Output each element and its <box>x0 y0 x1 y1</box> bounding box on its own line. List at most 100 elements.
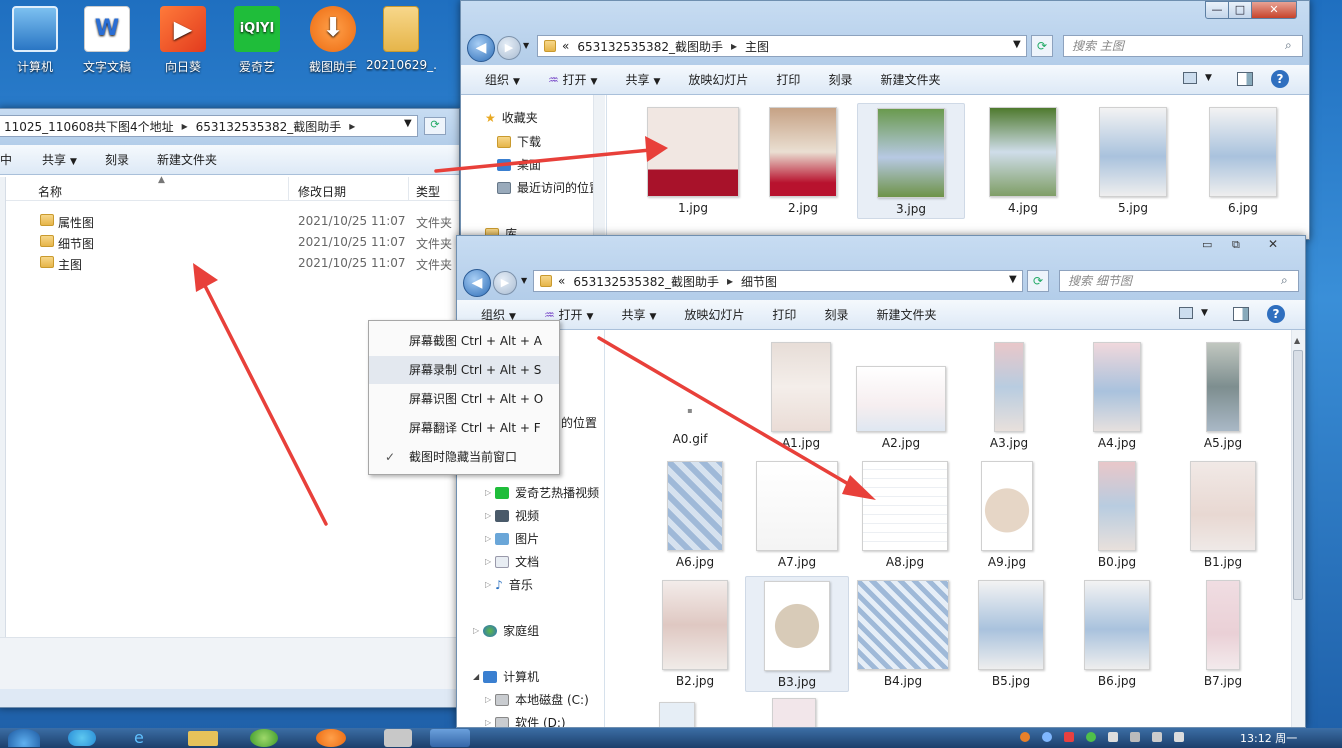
breadcrumb-overflow[interactable]: « <box>562 39 569 53</box>
breadcrumb-part[interactable]: 11025_110608共下图4个地址 <box>4 118 174 135</box>
file-thumbnail[interactable]: 4.jpg <box>975 107 1071 215</box>
menu-item-screen-ocr[interactable]: 屏幕识图 Ctrl + Alt + O <box>369 385 559 413</box>
file-thumbnail[interactable] <box>771 698 817 727</box>
desktop-icon-iqiyi[interactable]: iQIYI 爱奇艺 <box>222 4 292 84</box>
nav-downloads[interactable]: 下载 <box>497 133 541 150</box>
clock[interactable]: 13:12 周一 <box>1240 730 1297 746</box>
table-row[interactable]: 属性图 2021/10/25 11:07 文件夹 <box>6 211 459 233</box>
organize-button[interactable]: 组织 ▼ <box>485 71 520 88</box>
address-dropdown-icon[interactable]: ▼ <box>404 118 412 129</box>
forward-button[interactable]: ▶ <box>497 36 521 60</box>
breadcrumb-part[interactable]: 653132535382_截图助手 <box>196 118 342 135</box>
desktop-icon-folder[interactable]: 20210629_... <box>366 4 436 84</box>
new-folder-button[interactable]: 新建文件夹 <box>157 151 217 168</box>
network-icon[interactable] <box>1152 732 1162 742</box>
file-thumbnail[interactable]: A8.jpg <box>857 461 953 569</box>
toolbar-item[interactable]: 中 <box>0 151 12 168</box>
file-thumbnail[interactable]: A7.jpg <box>749 461 845 569</box>
preview-pane-icon[interactable] <box>1233 307 1249 321</box>
print-button[interactable]: 打印 <box>776 71 800 88</box>
file-thumbnail[interactable]: B1.jpg <box>1175 461 1271 569</box>
nav-recent[interactable]: 最近访问的位置 <box>497 179 601 196</box>
explorer-taskbar-icon[interactable] <box>188 731 218 746</box>
nav-pictures[interactable]: ▷ 图片 <box>485 530 539 547</box>
share-button[interactable]: 共享 ▼ <box>625 71 660 88</box>
column-type[interactable]: 类型 <box>416 183 440 200</box>
share-button[interactable]: 共享 ▼ <box>621 306 656 323</box>
file-thumbnail[interactable]: A1.jpg <box>753 342 849 450</box>
desktop-icon-sunflower[interactable]: ▶ 向日葵 <box>148 4 218 84</box>
volume-icon[interactable] <box>1174 732 1184 742</box>
minimize-button[interactable]: — <box>1205 1 1229 19</box>
tray-icon[interactable] <box>1064 732 1074 742</box>
history-dropdown-icon[interactable]: ▼ <box>521 276 527 285</box>
file-thumbnail[interactable]: A9.jpg <box>959 461 1055 569</box>
close-button[interactable]: ✕ <box>1251 1 1297 19</box>
nav-videos[interactable]: ▷ 视频 <box>485 507 539 524</box>
slideshow-button[interactable]: 放映幻灯片 <box>684 306 744 323</box>
back-button[interactable]: ◀ <box>463 269 491 297</box>
tray-icon[interactable] <box>1020 732 1030 742</box>
file-thumbnail[interactable]: B6.jpg <box>1069 580 1165 688</box>
tray-icon[interactable] <box>1042 732 1052 742</box>
address-bar[interactable]: « 653132535382_截图助手 ▸ 主图 <box>537 35 1027 57</box>
tray-icon[interactable] <box>1108 732 1118 742</box>
avatar[interactable] <box>384 729 412 747</box>
scroll-up-icon[interactable]: ▲ <box>1294 336 1300 345</box>
refresh-icon[interactable]: ⟳ <box>1031 35 1053 57</box>
nav-drive-c[interactable]: ▷ 本地磁盘 (C:) <box>485 691 589 708</box>
preview-pane-icon[interactable] <box>1237 72 1253 86</box>
file-thumbnail[interactable]: B4.jpg <box>855 580 951 688</box>
column-name[interactable]: 名称 <box>38 183 62 200</box>
tray-icon[interactable] <box>1086 732 1096 742</box>
search-input[interactable]: 搜索 主图 <box>1063 35 1303 57</box>
file-thumbnail[interactable]: A5.jpg <box>1175 342 1271 450</box>
file-thumbnail[interactable]: A2.jpg <box>853 366 949 450</box>
search-input[interactable]: 搜索 细节图 <box>1059 270 1299 292</box>
nav-favorites[interactable]: ★ 收藏夹 <box>485 109 538 126</box>
nav-desktop[interactable]: 桌面 <box>497 156 541 173</box>
desktop-icon-screenshot-helper[interactable]: ⬇ 截图助手 <box>298 4 368 84</box>
file-thumbnail[interactable]: A6.jpg <box>647 461 743 569</box>
nav-iqiyi-videos[interactable]: ▷ 爱奇艺热播视频 <box>485 484 599 501</box>
search-icon[interactable]: ⌕ <box>1285 38 1292 53</box>
file-thumbnail[interactable]: 6.jpg <box>1195 107 1291 215</box>
nav-music[interactable]: ▷ ♪ 音乐 <box>485 576 533 593</box>
address-bar[interactable]: « 653132535382_截图助手 ▸ 细节图 <box>533 270 1023 292</box>
refresh-icon[interactable]: ⟳ <box>1027 270 1049 292</box>
screenshot-helper-taskbar-icon[interactable] <box>316 729 346 747</box>
start-button[interactable] <box>8 729 40 747</box>
minimize-button[interactable]: ▭ <box>1202 238 1212 251</box>
desktop-icon-computer[interactable]: 计算机 <box>0 4 70 84</box>
view-icon[interactable] <box>1183 72 1197 84</box>
file-thumbnail[interactable]: ▪ A0.gif <box>647 406 733 446</box>
table-row[interactable]: 细节图 2021/10/25 11:07 文件夹 <box>6 232 459 254</box>
file-thumbnail[interactable]: 2.jpg <box>755 107 851 215</box>
nav-homegroup[interactable]: ▷ 家庭组 <box>473 622 539 639</box>
tray-icon[interactable] <box>1130 732 1140 742</box>
new-folder-button[interactable]: 新建文件夹 <box>880 71 940 88</box>
nav-documents[interactable]: ▷ 文档 <box>485 553 539 570</box>
maximize-button[interactable]: □ <box>1228 1 1252 19</box>
address-bar[interactable]: 11025_110608共下图4个地址 ▸ 653132535382_截图助手 … <box>0 115 418 137</box>
file-thumbnail[interactable]: B7.jpg <box>1175 580 1271 688</box>
help-icon[interactable]: ? <box>1271 70 1289 88</box>
close-button[interactable]: ✕ <box>1268 237 1278 251</box>
browser-icon[interactable]: e <box>134 729 158 747</box>
breadcrumb-part[interactable]: 主图 <box>745 38 769 55</box>
column-date[interactable]: 修改日期 <box>298 183 346 200</box>
explorer-window-main-images[interactable]: — □ ✕ ◀ ▶ ▼ « 653132535382_截图助手 ▸ 主图 ▼ ⟳… <box>460 0 1310 240</box>
burn-button[interactable]: 刻录 <box>828 71 852 88</box>
file-thumbnail-selected[interactable]: B3.jpg <box>745 576 849 692</box>
view-icon[interactable] <box>1179 307 1193 319</box>
taskbar-app-icon[interactable] <box>430 729 470 747</box>
file-thumbnail[interactable]: 1.jpg <box>645 107 741 215</box>
open-button[interactable]: ♒ 打开 ▼ <box>548 71 598 88</box>
menu-item-hide-window[interactable]: ✓ 截图时隐藏当前窗口 <box>369 443 559 471</box>
address-dropdown-icon[interactable]: ▼ <box>1009 274 1017 285</box>
help-icon[interactable]: ? <box>1267 305 1285 323</box>
breadcrumb-part[interactable]: 653132535382_截图助手 <box>573 273 719 290</box>
file-thumbnail[interactable]: B2.jpg <box>647 580 743 688</box>
file-thumbnail[interactable]: 5.jpg <box>1085 107 1181 215</box>
file-thumbnail-selected[interactable]: 3.jpg <box>857 103 965 219</box>
